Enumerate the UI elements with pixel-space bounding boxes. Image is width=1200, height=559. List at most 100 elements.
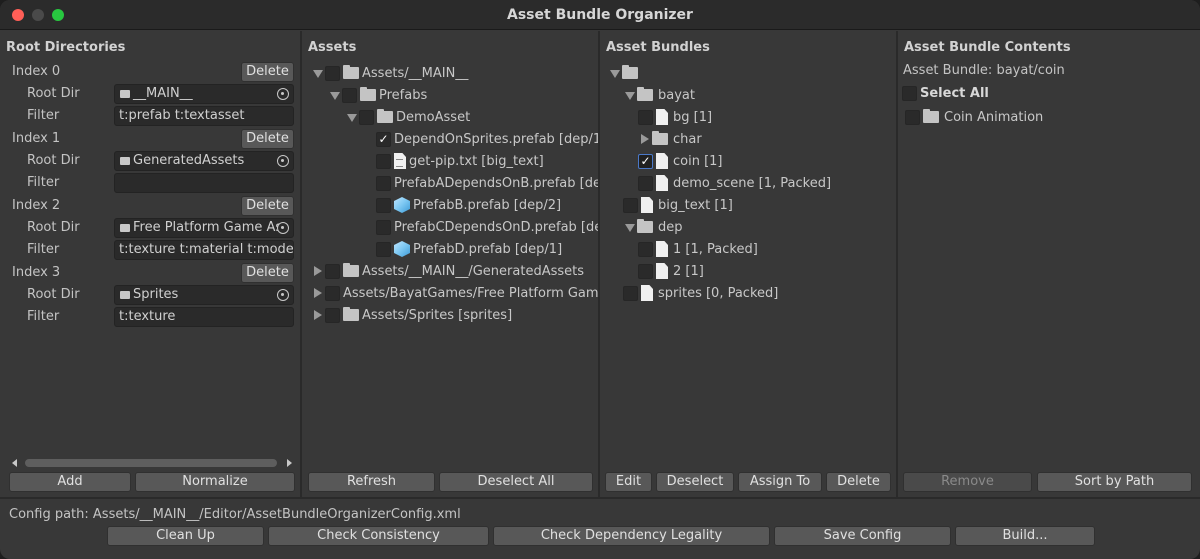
bundle-checkbox[interactable]: [638, 263, 653, 279]
folder-icon: [377, 109, 393, 123]
deselect-all-button[interactable]: Deselect All: [439, 472, 593, 492]
tree-row[interactable]: [600, 62, 896, 84]
deselect-button[interactable]: Deselect: [656, 472, 734, 492]
object-picker-icon[interactable]: [277, 155, 289, 167]
delete-root-button[interactable]: Delete: [241, 263, 294, 283]
close-window-button[interactable]: [12, 9, 24, 21]
root-dir-field[interactable]: __MAIN__: [114, 84, 294, 104]
scroll-thumb[interactable]: [25, 459, 277, 467]
expand-right-icon[interactable]: [311, 308, 325, 322]
tree-row[interactable]: sprites [0, Packed]: [600, 282, 896, 304]
asset-checkbox[interactable]: [376, 241, 391, 257]
expand-down-icon[interactable]: [311, 66, 325, 80]
expand-down-icon[interactable]: [623, 220, 637, 234]
tree-row[interactable]: PrefabCDependsOnD.prefab [de: [302, 216, 598, 238]
tree-row[interactable]: Assets/__MAIN__/GeneratedAssets: [302, 260, 598, 282]
select-all-row[interactable]: Select All: [902, 82, 989, 104]
asset-checkbox[interactable]: [325, 65, 340, 81]
content-item[interactable]: Coin Animation: [905, 106, 1043, 128]
tree-row[interactable]: dep: [600, 216, 896, 238]
filter-input[interactable]: [114, 173, 294, 193]
bundle-checkbox[interactable]: [638, 109, 653, 125]
build-button[interactable]: Build...: [955, 526, 1095, 546]
expand-down-icon[interactable]: [623, 88, 637, 102]
root-dir-field[interactable]: GeneratedAssets: [114, 151, 294, 171]
filter-input[interactable]: t:texture t:material t:model t:p: [114, 240, 294, 260]
asset-checkbox[interactable]: [325, 263, 340, 279]
bundle-checkbox[interactable]: [638, 175, 653, 191]
tree-row[interactable]: char: [600, 128, 896, 150]
expand-right-icon[interactable]: [638, 132, 652, 146]
delete-root-button[interactable]: Delete: [241, 129, 294, 149]
tree-row[interactable]: PrefabB.prefab [dep/2]: [302, 194, 598, 216]
tree-row[interactable]: 2 [1]: [600, 260, 896, 282]
bundle-checkbox[interactable]: ✓: [638, 153, 653, 169]
clean-up-button[interactable]: Clean Up: [107, 526, 264, 546]
object-picker-icon[interactable]: [277, 88, 289, 100]
object-picker-icon[interactable]: [277, 222, 289, 234]
expand-right-icon[interactable]: [311, 286, 325, 300]
edit-button[interactable]: Edit: [605, 472, 652, 492]
root-dir-label: Root Dir: [27, 86, 80, 101]
asset-checkbox[interactable]: [342, 87, 357, 103]
tree-row[interactable]: bayat: [600, 84, 896, 106]
bundle-checkbox[interactable]: [623, 285, 638, 301]
asset-checkbox[interactable]: [376, 175, 391, 191]
tree-row[interactable]: bg [1]: [600, 106, 896, 128]
remove-button[interactable]: Remove: [903, 472, 1032, 492]
refresh-button[interactable]: Refresh: [308, 472, 435, 492]
filter-input[interactable]: t:prefab t:textasset: [114, 106, 294, 126]
filter-input[interactable]: t:texture: [114, 307, 294, 327]
sort-by-path-button[interactable]: Sort by Path: [1037, 472, 1192, 492]
assets-panel: Assets Assets/__MAIN__ Prefabs DemoAsset ✓ D…: [302, 31, 600, 497]
check-consistency-button[interactable]: Check Consistency: [268, 526, 489, 546]
bundle-checkbox[interactable]: [623, 197, 638, 213]
bundles-tree: bayat bg [1] char ✓ coin [1] demo_scene [1, P…: [600, 62, 896, 304]
zoom-window-button[interactable]: [52, 9, 64, 21]
delete-root-button[interactable]: Delete: [241, 196, 294, 216]
tree-row[interactable]: PrefabD.prefab [dep/1]: [302, 238, 598, 260]
normalize-button[interactable]: Normalize: [135, 472, 295, 492]
tree-row[interactable]: DemoAsset: [302, 106, 598, 128]
expand-down-icon[interactable]: [328, 88, 342, 102]
select-all-label: Select All: [920, 85, 989, 101]
root-dir-field[interactable]: Sprites: [114, 285, 294, 305]
content-item-checkbox[interactable]: [905, 109, 920, 125]
tree-row[interactable]: 1 [1, Packed]: [600, 238, 896, 260]
asset-checkbox[interactable]: [376, 197, 391, 213]
tree-row[interactable]: big_text [1]: [600, 194, 896, 216]
delete-root-button[interactable]: Delete: [241, 62, 294, 82]
horizontal-scrollbar[interactable]: [10, 457, 294, 469]
asset-checkbox[interactable]: [325, 307, 340, 323]
expand-right-icon[interactable]: [311, 264, 325, 278]
check-dependency-legality-button[interactable]: Check Dependency Legality: [493, 526, 770, 546]
object-picker-icon[interactable]: [277, 289, 289, 301]
asset-checkbox[interactable]: ✓: [376, 131, 391, 147]
bundle-checkbox[interactable]: [638, 241, 653, 257]
tree-row[interactable]: ✓ DependOnSprites.prefab [dep/1]: [302, 128, 598, 150]
asset-checkbox[interactable]: [376, 153, 391, 169]
folder-icon: [923, 109, 939, 123]
tree-row[interactable]: get-pip.txt [big_text]: [302, 150, 598, 172]
scroll-right-icon[interactable]: [287, 459, 292, 467]
assign-to-button[interactable]: Assign To: [738, 472, 822, 492]
tree-row[interactable]: Prefabs: [302, 84, 598, 106]
tree-row[interactable]: demo_scene [1, Packed]: [600, 172, 896, 194]
save-config-button[interactable]: Save Config: [774, 526, 951, 546]
tree-row[interactable]: ✓ coin [1]: [600, 150, 896, 172]
expand-down-icon[interactable]: [345, 110, 359, 124]
tree-row[interactable]: Assets/__MAIN__: [302, 62, 598, 84]
add-button[interactable]: Add: [9, 472, 131, 492]
scroll-left-icon[interactable]: [12, 459, 17, 467]
select-all-checkbox[interactable]: [902, 85, 917, 101]
tree-row[interactable]: Assets/BayatGames/Free Platform Game: [302, 282, 598, 304]
delete-bundle-button[interactable]: Delete: [826, 472, 891, 492]
tree-row[interactable]: PrefabADependsOnB.prefab [de: [302, 172, 598, 194]
asset-checkbox[interactable]: [359, 109, 374, 125]
asset-checkbox[interactable]: [376, 219, 391, 235]
expand-down-icon[interactable]: [608, 66, 622, 80]
root-dir-field[interactable]: Free Platform Game As: [114, 218, 294, 238]
minimize-window-button[interactable]: [32, 9, 44, 21]
tree-row[interactable]: Assets/Sprites [sprites]: [302, 304, 598, 326]
asset-checkbox[interactable]: [325, 285, 340, 301]
